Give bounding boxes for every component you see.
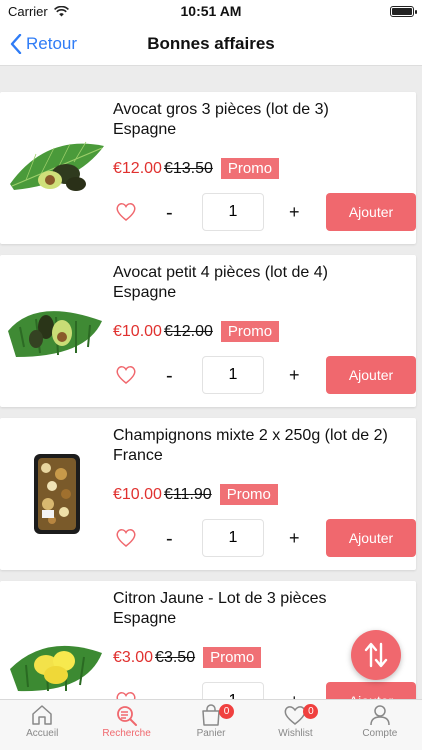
product-origin: Espagne: [113, 121, 177, 138]
increase-qty-button[interactable]: +: [289, 365, 300, 386]
price-row: €12.00 €13.50 Promo: [113, 158, 280, 179]
promo-badge: Promo: [203, 647, 262, 668]
tab-label: Compte: [362, 728, 398, 739]
product-price: €10.00: [113, 485, 162, 503]
wishlist-heart-icon[interactable]: [115, 528, 137, 548]
price-row: €3.00 €3.50 Promo: [113, 647, 262, 668]
quantity-input[interactable]: [202, 519, 264, 557]
nav-bar: Retour Bonnes affaires: [0, 22, 422, 66]
product-name: Avocat petit 4 pièces (lot de 4) Espagne: [113, 263, 413, 303]
carrier-label: Carrier: [8, 3, 48, 19]
sort-button[interactable]: [351, 630, 401, 680]
tab-label: Panier: [196, 728, 226, 739]
tab-label: Accueil: [26, 728, 59, 739]
tab-compte[interactable]: Compte: [338, 700, 422, 750]
promo-badge: Promo: [220, 158, 280, 179]
increase-qty-button[interactable]: +: [289, 528, 300, 549]
product-name: Champignons mixte 2 x 250g (lot de 2) Fr…: [113, 426, 413, 466]
mushroom-tray-image: [34, 454, 80, 534]
decrease-qty-button[interactable]: -: [166, 365, 173, 388]
avocado-image: [10, 141, 104, 191]
product-card: Citron Jaune - Lot de 3 pièces Espagne €…: [0, 581, 416, 699]
product-card: Avocat gros 3 pièces (lot de 3) Espagne …: [0, 92, 416, 244]
quantity-input[interactable]: [202, 682, 264, 699]
tab-label: Wishlist: [278, 728, 313, 739]
wishlist-heart-icon[interactable]: [115, 691, 137, 699]
add-to-cart-button[interactable]: Ajouter: [326, 356, 416, 394]
promo-badge: Promo: [220, 321, 280, 342]
wishlist-heart-icon[interactable]: [115, 365, 137, 385]
sort-arrows-icon: [364, 642, 388, 668]
add-to-cart-button[interactable]: Ajouter: [326, 682, 416, 699]
lemon-image: [10, 645, 102, 692]
wishlist-count-badge: 0: [303, 704, 319, 719]
product-title: Avocat petit 4 pièces (lot de 4): [113, 264, 328, 281]
product-origin: Espagne: [113, 610, 177, 627]
tab-bar: Accueil Recherche 0 Panier 0 Wishlist Co…: [0, 699, 422, 750]
product-card: Avocat petit 4 pièces (lot de 4) Espagne…: [0, 255, 416, 407]
chevron-left-icon: [10, 33, 22, 54]
quantity-input[interactable]: [202, 193, 264, 231]
quantity-input[interactable]: [202, 356, 264, 394]
back-label: Retour: [26, 33, 78, 53]
promo-badge: Promo: [219, 484, 278, 505]
product-card: Champignons mixte 2 x 250g (lot de 2) Fr…: [0, 418, 416, 570]
add-to-cart-button[interactable]: Ajouter: [326, 193, 416, 231]
price-row: €10.00 €12.00 Promo: [113, 321, 280, 342]
home-icon: [32, 705, 52, 725]
decrease-qty-button[interactable]: -: [166, 202, 173, 225]
product-title: Avocat gros 3 pièces (lot de 3): [113, 101, 329, 118]
tab-label: Recherche: [102, 728, 151, 739]
product-name: Citron Jaune - Lot de 3 pièces Espagne: [113, 589, 413, 629]
decrease-qty-button[interactable]: -: [166, 691, 173, 699]
product-old-price: €3.50: [155, 648, 196, 666]
product-title: Champignons mixte 2 x 250g (lot de 2): [113, 427, 388, 444]
user-icon: [370, 705, 390, 726]
product-old-price: €12.00: [163, 322, 213, 340]
product-price: €3.00: [113, 648, 154, 666]
price-row: €10.00 €11.90 Promo: [113, 484, 278, 505]
back-button[interactable]: Retour: [10, 33, 78, 54]
wifi-icon: [53, 5, 69, 16]
product-list[interactable]: Avocat gros 3 pièces (lot de 3) Espagne …: [0, 67, 422, 699]
add-to-cart-button[interactable]: Ajouter: [326, 519, 416, 557]
battery-icon: [390, 5, 417, 17]
product-price: €12.00: [113, 159, 162, 177]
product-price: €10.00: [113, 322, 162, 340]
product-name: Avocat gros 3 pièces (lot de 3) Espagne: [113, 100, 413, 140]
status-bar: Carrier 10:51 AM: [0, 0, 422, 22]
avocado-image: [8, 311, 102, 357]
product-old-price: €13.50: [163, 159, 213, 177]
product-title: Citron Jaune - Lot de 3 pièces: [113, 590, 327, 607]
tab-panier[interactable]: 0 Panier: [169, 700, 253, 750]
increase-qty-button[interactable]: +: [289, 691, 300, 699]
decrease-qty-button[interactable]: -: [166, 528, 173, 551]
product-origin: Espagne: [113, 284, 177, 301]
wishlist-heart-icon[interactable]: [115, 202, 137, 222]
tab-wishlist[interactable]: 0 Wishlist: [253, 700, 337, 750]
tab-accueil[interactable]: Accueil: [0, 700, 84, 750]
search-icon: [116, 706, 137, 726]
product-origin: France: [113, 447, 163, 464]
product-old-price: €11.90: [163, 485, 212, 503]
cart-count-badge: 0: [219, 704, 235, 719]
tab-recherche[interactable]: Recherche: [84, 700, 168, 750]
increase-qty-button[interactable]: +: [289, 202, 300, 223]
